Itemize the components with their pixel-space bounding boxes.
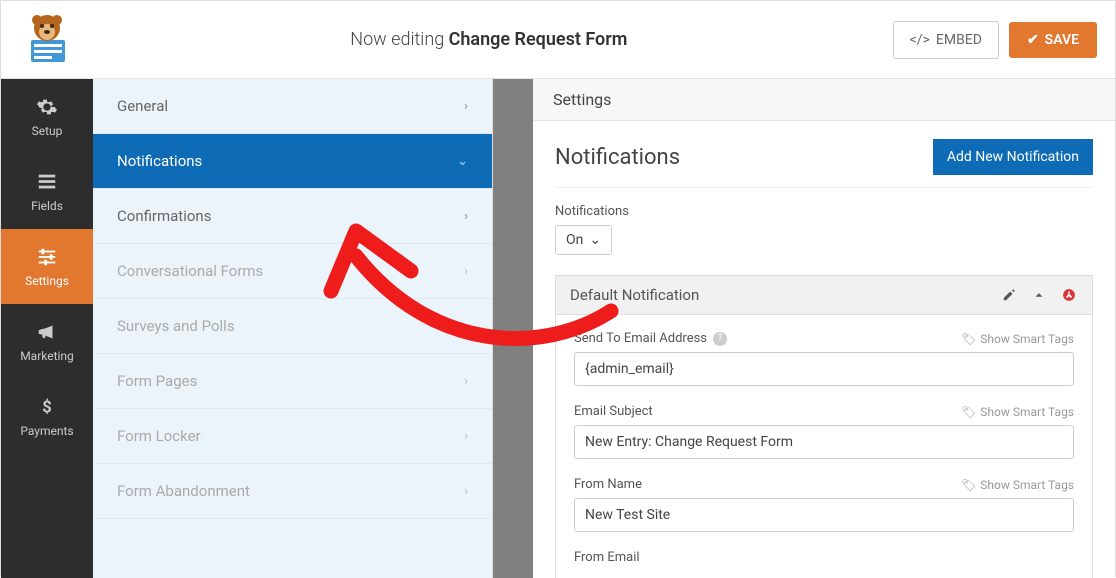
check-icon: ✔ (1027, 32, 1039, 48)
save-button[interactable]: ✔ SAVE (1009, 22, 1097, 58)
panel-divider (493, 79, 533, 578)
chevron-down-icon: ⌄ (457, 154, 468, 169)
top-bar: Now editing Change Request Form </> EMBE… (1, 1, 1115, 79)
settings-item-surveys[interactable]: Surveys and Polls› (93, 299, 492, 354)
tag-icon: 🏷 (961, 478, 976, 492)
save-label: SAVE (1045, 32, 1079, 48)
main-panel: Settings Notifications Add New Notificat… (533, 79, 1115, 578)
sliders-icon (36, 246, 58, 268)
help-icon[interactable]: ? (713, 332, 727, 346)
chevron-right-icon: › (464, 484, 468, 499)
settings-item-general[interactable]: General› (93, 79, 492, 134)
chevron-right-icon: › (464, 264, 468, 279)
chevron-right-icon: › (464, 374, 468, 389)
editing-prefix: Now editing (350, 29, 448, 50)
send-to-label: Send To Email Address? (574, 331, 727, 346)
chevron-right-icon: › (464, 99, 468, 114)
subject-label: Email Subject (574, 404, 653, 419)
notification-card-header: Default Notification (556, 276, 1092, 315)
notification-card: Default Notification Send To Email Addre… (555, 275, 1093, 578)
smart-tags-link[interactable]: 🏷Show Smart Tags (961, 332, 1074, 346)
chevron-right-icon: › (464, 429, 468, 444)
gear-icon (36, 96, 58, 118)
from-email-label: From Email (574, 550, 640, 565)
from-name-label: From Name (574, 477, 642, 492)
nav-setup[interactable]: Setup (1, 79, 93, 154)
main-header: Settings (533, 79, 1115, 121)
nav-payments[interactable]: $ Payments (1, 379, 93, 454)
app-logo (19, 12, 75, 68)
chevron-right-icon: › (464, 209, 468, 224)
toggle-label: Notifications (555, 204, 1093, 219)
left-nav: Setup Fields Settings Marketing $ Paymen… (1, 79, 93, 578)
settings-item-abandonment[interactable]: Form Abandonment› (93, 464, 492, 519)
main-body: Notifications Add New Notification Notif… (533, 121, 1115, 578)
collapse-icon[interactable] (1030, 286, 1048, 304)
from-name-input[interactable] (574, 498, 1074, 532)
code-icon: </> (910, 32, 930, 48)
nav-fields[interactable]: Fields (1, 154, 93, 229)
subject-input[interactable] (574, 425, 1074, 459)
settings-list[interactable]: General› Notifications⌄ Confirmations› C… (93, 79, 492, 578)
section-title: Notifications (555, 145, 680, 170)
add-notification-button[interactable]: Add New Notification (933, 139, 1093, 175)
nav-settings[interactable]: Settings (1, 229, 93, 304)
bullhorn-icon (36, 321, 58, 343)
list-icon (36, 171, 58, 193)
tag-icon: 🏷 (961, 332, 976, 346)
svg-text:$: $ (42, 398, 51, 417)
settings-item-conversational[interactable]: Conversational Forms› (93, 244, 492, 299)
send-to-input[interactable] (574, 352, 1074, 386)
card-title: Default Notification (570, 286, 988, 304)
chevron-down-icon: ⌄ (589, 232, 601, 248)
notifications-toggle[interactable]: On ⌄ (555, 225, 612, 255)
settings-item-formlocker[interactable]: Form Locker› (93, 409, 492, 464)
smart-tags-link[interactable]: 🏷Show Smart Tags (961, 478, 1074, 492)
tag-icon: 🏷 (961, 405, 976, 419)
chevron-right-icon: › (464, 319, 468, 334)
nav-marketing[interactable]: Marketing (1, 304, 93, 379)
form-name: Change Request Form (449, 29, 628, 50)
delete-icon[interactable] (1060, 286, 1078, 304)
settings-item-formpages[interactable]: Form Pages› (93, 354, 492, 409)
settings-panel: General› Notifications⌄ Confirmations› C… (93, 79, 493, 578)
smart-tags-link[interactable]: 🏷Show Smart Tags (961, 405, 1074, 419)
page-title: Now editing Change Request Form (85, 29, 893, 50)
settings-item-confirmations[interactable]: Confirmations› (93, 189, 492, 244)
edit-icon[interactable] (1000, 286, 1018, 304)
embed-label: EMBED (936, 32, 982, 48)
dollar-icon: $ (36, 396, 58, 418)
embed-button[interactable]: </> EMBED (893, 21, 999, 59)
settings-item-notifications[interactable]: Notifications⌄ (93, 134, 492, 189)
